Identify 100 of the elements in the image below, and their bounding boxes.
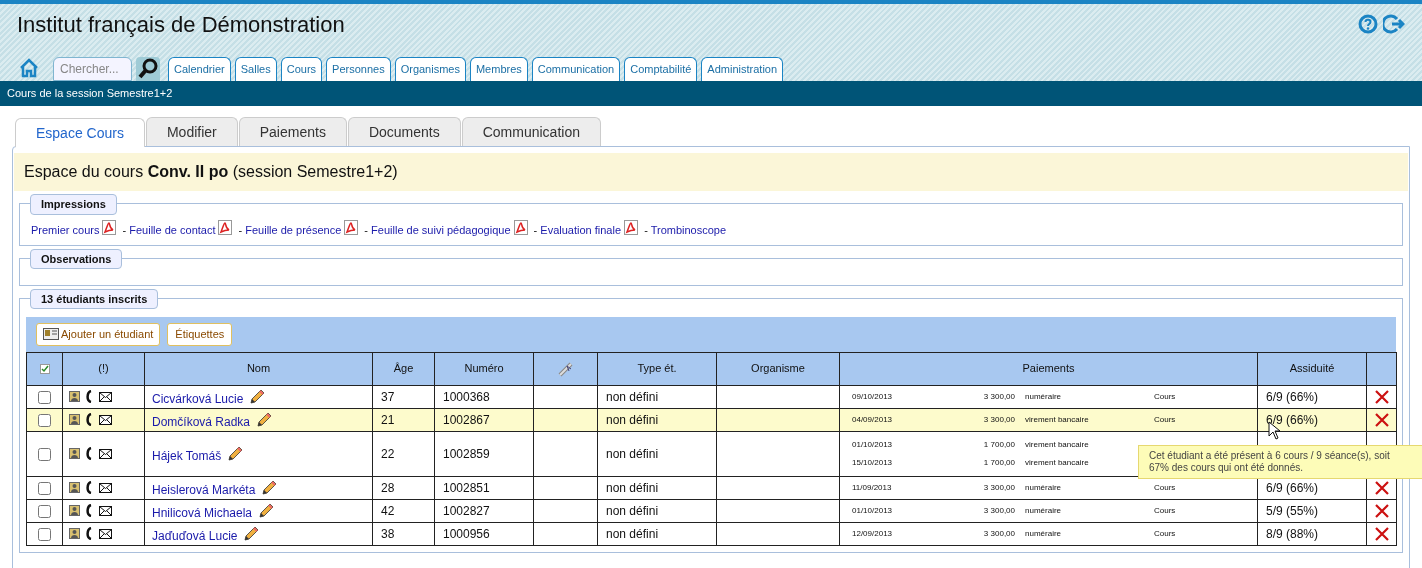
row-checkbox[interactable] [38, 481, 51, 495]
home-icon[interactable] [19, 58, 39, 78]
nav-tab[interactable]: Salles [234, 57, 277, 81]
print-link[interactable]: Premier cours [31, 224, 100, 236]
section-legend: Impressions [30, 194, 117, 215]
row-checkbox[interactable] [38, 447, 51, 461]
pencil-icon[interactable] [249, 388, 266, 405]
page-tab[interactable]: Espace Cours [15, 118, 145, 147]
age-cell: 37 [372, 385, 435, 408]
nav-tab[interactable]: Communication [531, 57, 621, 81]
photo-icon[interactable] [69, 505, 80, 516]
pencil-icon[interactable] [258, 502, 275, 519]
print-link[interactable]: Feuille de suivi pédagogique [371, 224, 511, 236]
pencil-icon[interactable] [261, 479, 278, 496]
column-header: Âge [372, 352, 435, 385]
envelope-icon[interactable] [99, 505, 112, 516]
phone-icon[interactable] [86, 390, 93, 403]
column-header: Organisme [716, 352, 840, 385]
column-header: Numéro [434, 352, 534, 385]
delete-icon[interactable] [1373, 412, 1390, 429]
column-header: Nom [144, 352, 373, 385]
envelope-icon[interactable] [99, 391, 112, 402]
logout-icon[interactable] [1383, 14, 1405, 34]
print-link[interactable]: Feuille de présence [245, 224, 342, 236]
row-checkbox[interactable] [38, 413, 51, 427]
nav-tab[interactable]: Calendrier [168, 57, 231, 81]
payment-amount: 3 300,00 [982, 481, 1015, 494]
nav-tab[interactable]: Cours [280, 57, 323, 81]
pencil-icon[interactable] [243, 525, 260, 542]
phone-icon[interactable] [86, 527, 93, 540]
breadcrumb-text: Cours de la session Semestre1+2 [7, 86, 173, 102]
page-tab[interactable]: Communication [461, 117, 601, 146]
payment-category: Cours [1153, 481, 1177, 494]
labels-button[interactable]: Étiquettes [167, 322, 233, 346]
nav-tab[interactable]: Comptabilité [624, 57, 698, 81]
print-link[interactable]: Trombinoscope [650, 224, 727, 236]
phone-icon[interactable] [86, 481, 93, 494]
payment-mode: numéraire [1024, 527, 1062, 540]
payment-mode: numéraire [1024, 481, 1062, 494]
photo-icon[interactable] [69, 391, 80, 402]
separator-text: - [532, 224, 539, 236]
separator-text: - [121, 224, 128, 236]
phone-icon[interactable] [86, 447, 93, 460]
number-cell: 1002851 [434, 476, 534, 499]
type-cell: non défini [597, 476, 717, 499]
payment-amount: 3 300,00 [982, 390, 1015, 403]
print-link[interactable]: Feuille de contact [129, 224, 216, 236]
photo-icon[interactable] [69, 528, 80, 539]
search-field[interactable]: Chercher... [53, 57, 132, 81]
pencil-icon[interactable] [227, 445, 244, 462]
payment-date: 01/10/2013 [852, 504, 894, 517]
row-checkbox[interactable] [38, 390, 51, 404]
help-icon[interactable] [1358, 14, 1378, 34]
number-cell: 1002827 [434, 499, 534, 522]
envelope-icon[interactable] [99, 448, 112, 459]
check-all-icon[interactable] [39, 364, 50, 375]
page-tab[interactable]: Paiements [238, 117, 347, 146]
payment-mode: virement bancaire [1024, 438, 1090, 451]
nav-tab[interactable]: Membres [469, 57, 528, 81]
photo-icon[interactable] [69, 448, 80, 459]
nav-tab[interactable]: Administration [701, 57, 784, 81]
page-tab[interactable]: Documents [347, 117, 461, 146]
payment-category: Cours [1153, 527, 1177, 540]
number-cell: 1002867 [434, 408, 534, 431]
envelope-icon[interactable] [99, 528, 112, 539]
delete-icon[interactable] [1373, 389, 1390, 406]
photo-icon[interactable] [69, 414, 80, 425]
envelope-icon[interactable] [99, 414, 112, 425]
pdf-icon [513, 220, 528, 235]
phone-icon[interactable] [86, 504, 93, 517]
number-cell: 1000368 [434, 385, 534, 408]
delete-icon[interactable] [1373, 526, 1390, 543]
delete-icon[interactable] [1373, 480, 1390, 497]
site-title: Institut français de Démonstration [17, 11, 345, 39]
add-student-button[interactable]: Ajouter un étudiant [36, 322, 161, 346]
phone-icon[interactable] [86, 413, 93, 426]
search-icon[interactable] [136, 57, 160, 81]
contact-card-icon [43, 328, 59, 340]
delete-icon[interactable] [1373, 503, 1390, 520]
payment-date: 11/09/2013 [852, 481, 893, 494]
nav-tab[interactable]: Personnes [326, 57, 391, 81]
payment-amount: 3 300,00 [982, 413, 1015, 426]
photo-icon[interactable] [69, 482, 80, 493]
row-checkbox[interactable] [38, 527, 51, 541]
section-legend: Observations [30, 248, 123, 269]
nav-tab[interactable]: Organismes [394, 57, 466, 81]
number-cell: 1000956 [434, 522, 534, 545]
print-link[interactable]: Evaluation finale [540, 224, 622, 236]
payment-date: 04/09/2013 [852, 413, 894, 426]
age-cell: 28 [372, 476, 435, 499]
age-cell: 38 [372, 522, 435, 545]
page-tab[interactable]: Modifier [145, 117, 238, 146]
payment-mode: virement bancaire [1024, 456, 1090, 469]
row-checkbox[interactable] [38, 504, 51, 518]
separator-text: - [363, 224, 370, 236]
payment-mode: numéraire [1024, 390, 1062, 403]
pencil-icon[interactable] [256, 411, 273, 428]
student-name-link[interactable]: Hájek Tomáš [152, 448, 222, 463]
payment-date: 09/10/2013 [852, 390, 894, 403]
envelope-icon[interactable] [99, 482, 112, 493]
